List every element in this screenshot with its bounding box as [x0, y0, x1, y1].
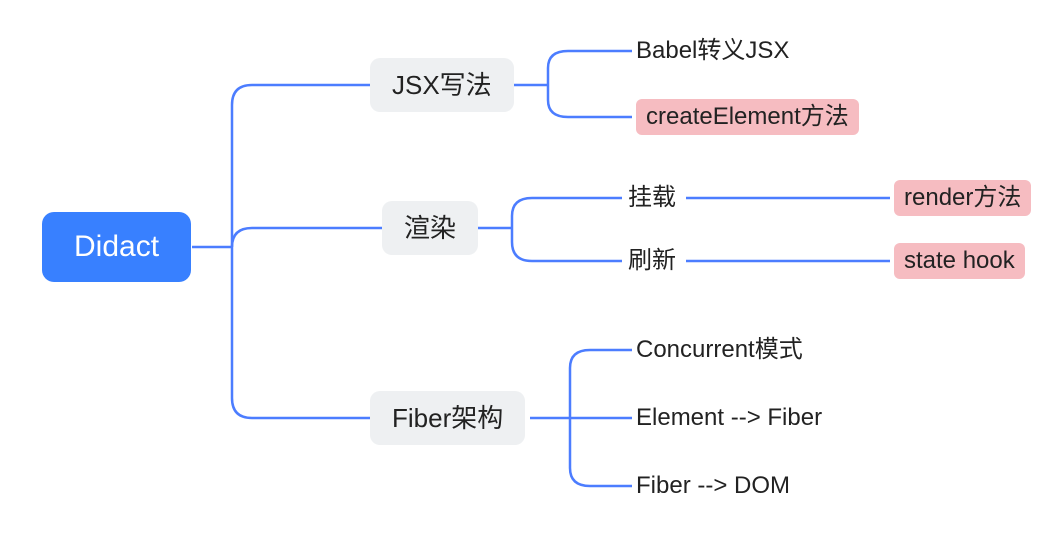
node-fiber-dom-label: Fiber --> DOM — [636, 472, 790, 499]
node-render-label: 渲染 — [404, 213, 456, 243]
node-root-label: Didact — [74, 230, 159, 263]
node-element-fiber-label: Element --> Fiber — [636, 404, 822, 431]
node-babel[interactable]: Babel转义JSX — [636, 39, 789, 63]
node-jsx-label: JSX写法 — [392, 70, 492, 100]
node-fiber-dom[interactable]: Fiber --> DOM — [636, 474, 790, 498]
node-state-hook-label: state hook — [904, 247, 1015, 274]
node-render-method[interactable]: render方法 — [894, 180, 1031, 216]
node-fiber-label: Fiber架构 — [392, 403, 503, 433]
node-jsx[interactable]: JSX写法 — [370, 58, 514, 112]
node-element-fiber[interactable]: Element --> Fiber — [636, 406, 822, 430]
node-state-hook[interactable]: state hook — [894, 243, 1025, 279]
node-refresh[interactable]: 刷新 — [628, 249, 676, 273]
node-mount[interactable]: 挂载 — [628, 186, 676, 210]
node-refresh-label: 刷新 — [628, 247, 676, 274]
node-babel-label: Babel转义JSX — [636, 37, 789, 64]
node-render-method-label: render方法 — [904, 184, 1021, 211]
node-render[interactable]: 渲染 — [382, 201, 478, 255]
node-mount-label: 挂载 — [628, 184, 676, 211]
node-createelement-label: createElement方法 — [646, 103, 849, 130]
node-root[interactable]: Didact — [42, 212, 191, 282]
node-createelement[interactable]: createElement方法 — [636, 99, 859, 135]
node-fiber[interactable]: Fiber架构 — [370, 391, 525, 445]
node-concurrent-label: Concurrent模式 — [636, 336, 803, 363]
node-concurrent[interactable]: Concurrent模式 — [636, 338, 803, 362]
